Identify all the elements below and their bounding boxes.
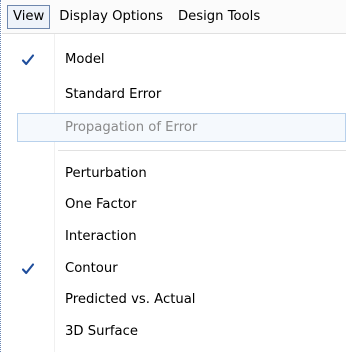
menu-item-interaction[interactable]: Interaction xyxy=(2,222,346,251)
menu-item-interaction-label: Interaction xyxy=(65,229,137,244)
menu-item-standard-error[interactable]: Standard Error xyxy=(2,80,346,109)
menu-item-3d-surface-label: 3D Surface xyxy=(65,324,138,339)
menu-view-label: View xyxy=(13,9,45,24)
menu-bar: View Display Options Design Tools xyxy=(2,0,346,34)
menu-item-3d-surface[interactable]: 3D Surface xyxy=(2,317,346,346)
menu-item-predicted-vs-actual-label: Predicted vs. Actual xyxy=(65,292,196,307)
screen: View Display Options Design Tools Model … xyxy=(0,0,346,352)
menu-item-model[interactable]: Model xyxy=(2,45,346,74)
menu-item-one-factor[interactable]: One Factor xyxy=(2,190,346,219)
menu-item-propagation-of-error-label: Propagation of Error xyxy=(65,120,198,135)
menu-item-contour-label: Contour xyxy=(65,261,118,276)
menu-item-one-factor-label: One Factor xyxy=(65,197,137,212)
menu-display-options-label: Display Options xyxy=(59,9,163,24)
view-menu-dropdown: Model Standard Error Propagation of Erro… xyxy=(2,34,346,352)
menu-item-contour[interactable]: Contour xyxy=(2,254,346,283)
menu-design-tools-label: Design Tools xyxy=(177,9,261,24)
menu-item-model-label: Model xyxy=(65,52,105,67)
checkmark-icon xyxy=(19,254,37,283)
menu-item-standard-error-label: Standard Error xyxy=(65,87,162,102)
menu-item-perturbation-label: Perturbation xyxy=(65,166,147,181)
menu-item-perturbation[interactable]: Perturbation xyxy=(2,159,346,188)
menu-item-predicted-vs-actual[interactable]: Predicted vs. Actual xyxy=(2,285,346,314)
menu-separator xyxy=(58,150,346,151)
menu-design-tools[interactable]: Design Tools xyxy=(172,5,266,29)
checkmark-icon xyxy=(19,45,37,74)
menu-view[interactable]: View xyxy=(7,4,51,29)
menu-display-options[interactable]: Display Options xyxy=(53,5,169,29)
menu-item-propagation-of-error[interactable]: Propagation of Error xyxy=(17,113,346,142)
